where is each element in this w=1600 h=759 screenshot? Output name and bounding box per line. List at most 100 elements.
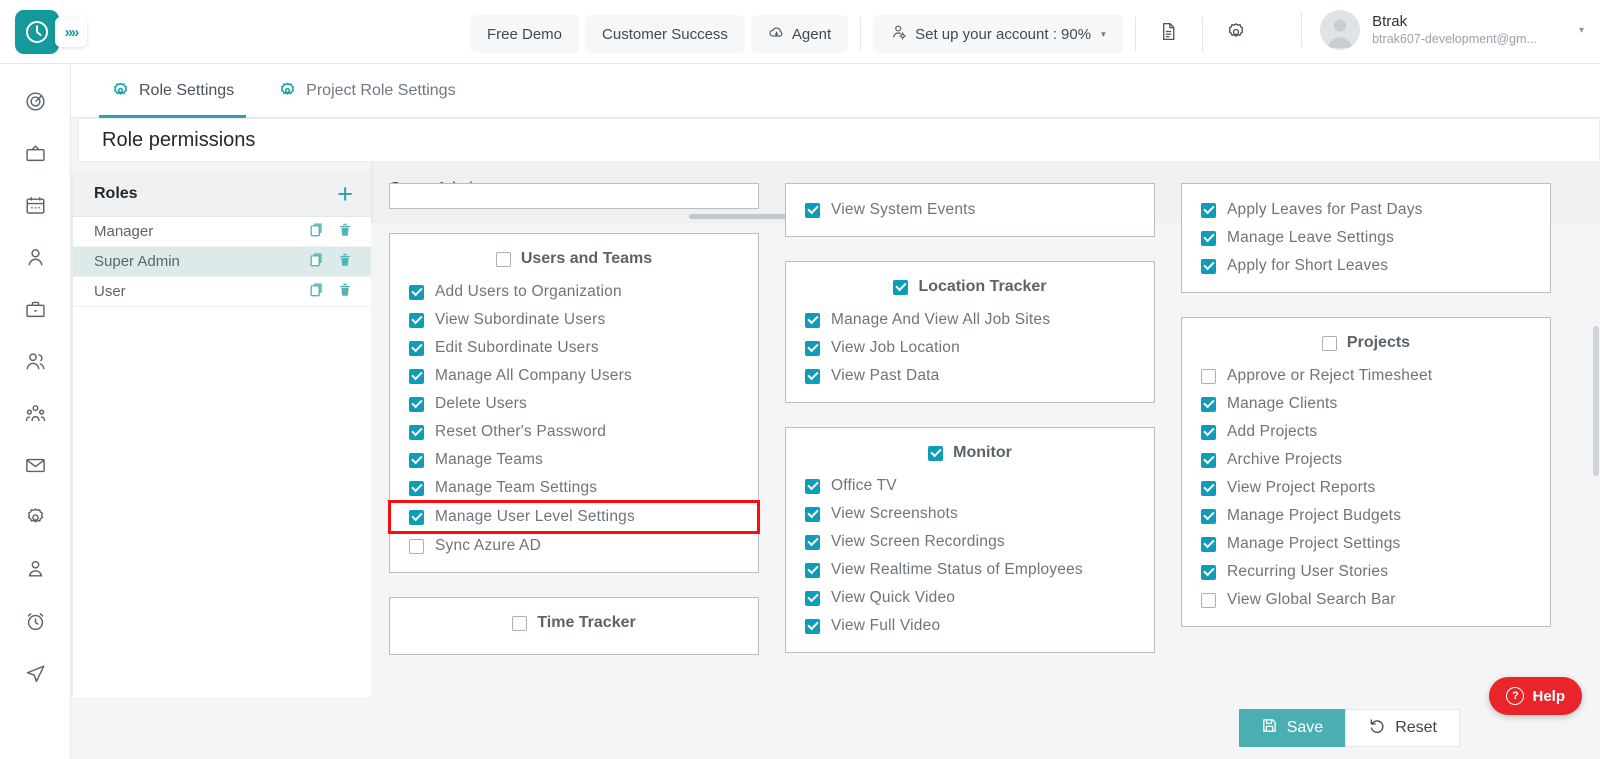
checkbox-checked-icon[interactable] xyxy=(409,368,424,384)
permission-item[interactable]: Manage Teams xyxy=(390,446,758,474)
permission-card-title[interactable]: Location Tracker xyxy=(786,274,1154,306)
permission-item[interactable]: Manage All Company Users xyxy=(390,362,758,390)
permission-card-title[interactable]: Time Tracker xyxy=(390,610,758,642)
sidebar-item-office-tv[interactable] xyxy=(14,138,56,174)
trash-icon[interactable] xyxy=(337,221,353,243)
checkbox-checked-icon[interactable] xyxy=(409,424,424,440)
sidebar-item-location[interactable] xyxy=(14,658,56,694)
reset-button[interactable]: Reset xyxy=(1345,709,1460,747)
permission-item[interactable]: Add Projects xyxy=(1182,418,1550,446)
trash-icon[interactable] xyxy=(337,281,353,303)
permission-item[interactable]: Edit Subordinate Users xyxy=(390,334,758,362)
app-logo[interactable] xyxy=(15,10,59,54)
checkbox-checked-icon[interactable] xyxy=(1201,564,1216,580)
checkbox-checked-icon[interactable] xyxy=(409,396,424,412)
permission-item[interactable]: Manage And View All Job Sites xyxy=(786,306,1154,334)
permission-card-title[interactable]: Projects xyxy=(1182,330,1550,362)
checkbox-unchecked-icon[interactable] xyxy=(495,251,511,267)
sidebar-item-profile[interactable] xyxy=(14,554,56,590)
permission-item[interactable]: Recurring User Stories xyxy=(1182,558,1550,586)
permission-item[interactable]: View Job Location xyxy=(786,334,1154,362)
permission-item[interactable]: Apply Leaves for Past Days xyxy=(1182,196,1550,224)
copy-icon[interactable] xyxy=(308,251,325,273)
copy-icon[interactable] xyxy=(308,281,325,303)
permission-item[interactable]: View System Events xyxy=(786,196,1154,224)
checkbox-checked-icon[interactable] xyxy=(928,445,944,461)
checkbox-checked-icon[interactable] xyxy=(805,340,820,356)
agent-button[interactable]: Agent xyxy=(750,15,849,53)
permission-item[interactable]: Office TV xyxy=(786,472,1154,500)
permission-item[interactable]: View Project Reports xyxy=(1182,474,1550,502)
document-icon-button[interactable] xyxy=(1148,13,1190,55)
checkbox-checked-icon[interactable] xyxy=(409,480,424,496)
free-demo-button[interactable]: Free Demo xyxy=(470,15,580,53)
sidebar-item-teams[interactable] xyxy=(14,398,56,434)
checkbox-checked-icon[interactable] xyxy=(1201,424,1216,440)
checkbox-checked-icon[interactable] xyxy=(1201,230,1216,246)
role-row[interactable]: Manager xyxy=(73,217,371,247)
checkbox-checked-icon[interactable] xyxy=(1201,536,1216,552)
checkbox-checked-icon[interactable] xyxy=(409,340,424,356)
help-button[interactable]: ? Help xyxy=(1489,677,1582,715)
permission-item[interactable]: Approve or Reject Timesheet xyxy=(1182,362,1550,390)
settings-icon-button[interactable] xyxy=(1215,13,1257,55)
permission-item[interactable]: View Subordinate Users xyxy=(390,306,758,334)
permission-item[interactable]: View Screen Recordings xyxy=(786,528,1154,556)
checkbox-checked-icon[interactable] xyxy=(805,202,820,218)
permission-item[interactable]: Reset Other's Password xyxy=(390,418,758,446)
copy-icon[interactable] xyxy=(308,221,325,243)
vertical-scrollbar[interactable] xyxy=(1593,236,1599,759)
chevron-down-icon[interactable]: ▾ xyxy=(1579,25,1584,36)
checkbox-checked-icon[interactable] xyxy=(805,368,820,384)
sidebar-item-timer[interactable] xyxy=(14,606,56,642)
checkbox-checked-icon[interactable] xyxy=(1201,452,1216,468)
trash-icon[interactable] xyxy=(337,251,353,273)
checkbox-checked-icon[interactable] xyxy=(893,279,909,295)
checkbox-checked-icon[interactable] xyxy=(409,452,424,468)
checkbox-checked-icon[interactable] xyxy=(805,534,820,550)
sidebar-item-calendar[interactable] xyxy=(14,190,56,226)
checkbox-unchecked-icon[interactable] xyxy=(1321,335,1337,351)
permission-item[interactable]: Manage Leave Settings xyxy=(1182,224,1550,252)
checkbox-unchecked-icon[interactable] xyxy=(409,538,424,554)
checkbox-checked-icon[interactable] xyxy=(805,506,820,522)
permission-item[interactable]: View Realtime Status of Employees xyxy=(786,556,1154,584)
permission-item[interactable]: View Quick Video xyxy=(786,584,1154,612)
account-setup-button[interactable]: Set up your account : 90% ▾ xyxy=(873,15,1123,53)
permission-item[interactable]: View Full Video xyxy=(786,612,1154,640)
checkbox-checked-icon[interactable] xyxy=(1201,202,1216,218)
permission-item[interactable]: Delete Users xyxy=(390,390,758,418)
checkbox-checked-icon[interactable] xyxy=(805,312,820,328)
user-account-menu[interactable]: Btrak btrak607-development@gm... ▾ xyxy=(1295,10,1590,50)
sidebar-item-jobs[interactable] xyxy=(14,294,56,330)
permission-item[interactable]: Manage Team Settings xyxy=(390,474,758,502)
permission-item[interactable]: View Screenshots xyxy=(786,500,1154,528)
save-button[interactable]: Save xyxy=(1238,709,1346,747)
checkbox-unchecked-icon[interactable] xyxy=(512,615,528,631)
permission-item[interactable]: Archive Projects xyxy=(1182,446,1550,474)
permission-item[interactable]: Manage User Level Settings xyxy=(388,500,760,534)
checkbox-checked-icon[interactable] xyxy=(805,478,820,494)
sidebar-item-mail[interactable] xyxy=(14,450,56,486)
sidebar-item-users[interactable] xyxy=(14,346,56,382)
scrollbar-thumb[interactable] xyxy=(1593,326,1599,476)
sidebar-item-user[interactable] xyxy=(14,242,56,278)
checkbox-checked-icon[interactable] xyxy=(409,509,424,525)
checkbox-checked-icon[interactable] xyxy=(805,618,820,634)
tab-project-role-settings[interactable]: Project Role Settings xyxy=(256,64,477,118)
checkbox-checked-icon[interactable] xyxy=(1201,508,1216,524)
permission-item[interactable]: View Global Search Bar xyxy=(1182,586,1550,614)
role-row[interactable]: Super Admin xyxy=(73,247,371,277)
permission-item[interactable]: Apply for Short Leaves xyxy=(1182,252,1550,280)
sidebar-item-dashboard[interactable] xyxy=(14,86,56,122)
permission-card-title[interactable]: Monitor xyxy=(786,440,1154,472)
permission-item[interactable]: Sync Azure AD xyxy=(390,532,758,560)
checkbox-checked-icon[interactable] xyxy=(1201,258,1216,274)
checkbox-checked-icon[interactable] xyxy=(409,284,424,300)
sidebar-item-settings[interactable] xyxy=(14,502,56,538)
permission-item[interactable]: Manage Project Budgets xyxy=(1182,502,1550,530)
customer-success-button[interactable]: Customer Success xyxy=(585,15,745,53)
permission-item[interactable]: Add Users to Organization xyxy=(390,278,758,306)
checkbox-checked-icon[interactable] xyxy=(805,562,820,578)
checkbox-unchecked-icon[interactable] xyxy=(1201,368,1216,384)
